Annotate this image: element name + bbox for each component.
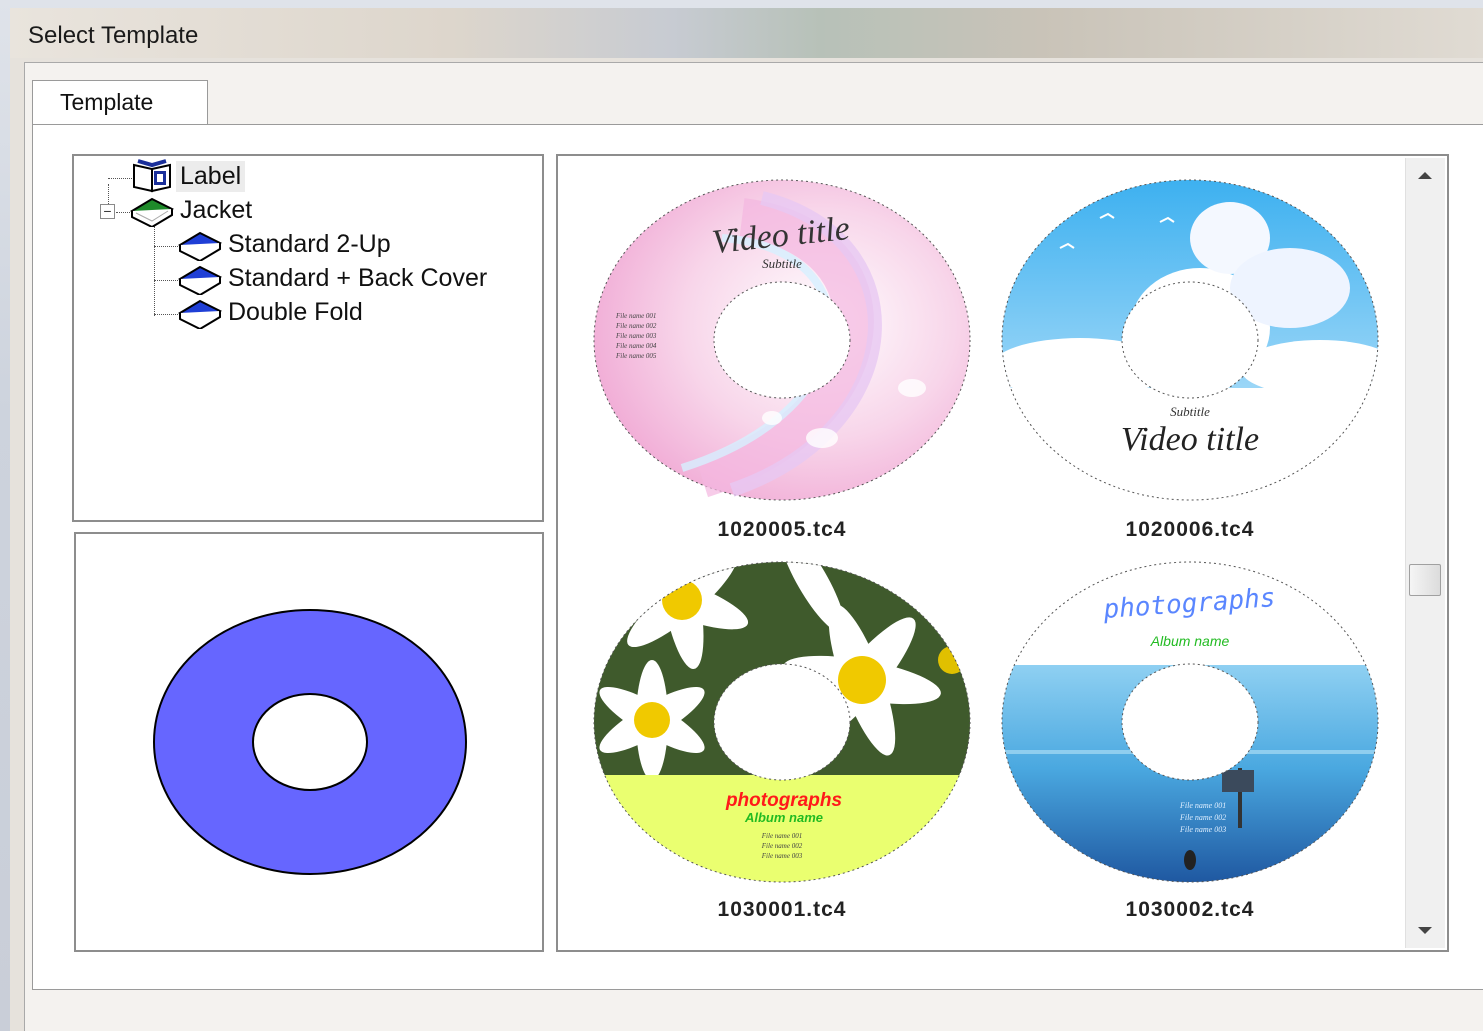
svg-text:Subtitle: Subtitle xyxy=(1170,404,1210,419)
green-book-icon xyxy=(130,197,174,227)
template-thumbnail-1030001[interactable]: photographs Album name File name 001 Fil… xyxy=(592,560,972,889)
blue-book-icon xyxy=(178,231,222,261)
tree-connector xyxy=(108,178,132,179)
svg-text:File name 004: File name 004 xyxy=(615,342,657,350)
svg-text:photographs: photographs xyxy=(725,790,842,811)
scroll-thumb[interactable] xyxy=(1409,564,1441,596)
template-preview-pane xyxy=(74,532,544,952)
cd-label-thumbnail: photographs Album name File name 001 Fil… xyxy=(1001,561,1379,883)
svg-text:Subtitle: Subtitle xyxy=(762,256,802,271)
svg-text:Album name: Album name xyxy=(744,810,823,825)
svg-text:File name 002: File name 002 xyxy=(1179,813,1226,822)
thumbnail-caption: 1030002.tc4 xyxy=(1125,898,1255,921)
tree-connector xyxy=(154,226,155,316)
tree-item-jacket[interactable]: Jacket xyxy=(130,194,256,227)
svg-text:File name 002: File name 002 xyxy=(761,842,803,850)
cd-label-thumbnail: photographs Album name File name 001 Fil… xyxy=(593,561,971,883)
tree-item-label-text: Label xyxy=(176,160,246,192)
template-thumbnail-1030002[interactable]: photographs Album name File name 001 Fil… xyxy=(1000,560,1380,889)
svg-text:Video title: Video title xyxy=(1121,421,1259,458)
blue-book-icon xyxy=(178,265,222,295)
tab-template[interactable]: Template xyxy=(32,80,208,126)
thumbnail-caption: 1020005.tc4 xyxy=(717,518,847,541)
tree-connector xyxy=(154,280,180,281)
title-bar[interactable]: Select Template xyxy=(10,8,1483,58)
svg-text:File name 003: File name 003 xyxy=(1179,825,1226,834)
scroll-up-icon[interactable] xyxy=(1418,172,1432,179)
tree-connector xyxy=(154,246,180,247)
tree-item-standard-back-cover-text: Standard + Back Cover xyxy=(228,263,488,292)
tree-item-double-fold[interactable]: Double Fold xyxy=(178,296,367,329)
disc-hole xyxy=(252,693,368,791)
template-category-tree[interactable]: − Label Jacket Standard 2-Up Standard + … xyxy=(72,154,544,522)
svg-text:File name 005: File name 005 xyxy=(615,352,657,360)
cd-label-thumbnail: Video title Subtitle File name 001 File … xyxy=(593,179,971,501)
vertical-scrollbar[interactable] xyxy=(1405,158,1445,948)
svg-text:File name 002: File name 002 xyxy=(615,322,657,330)
tree-item-double-fold-text: Double Fold xyxy=(228,297,363,326)
svg-text:Album name: Album name xyxy=(1150,633,1230,649)
svg-text:File name 003: File name 003 xyxy=(761,852,803,860)
template-thumbnail-1020005[interactable]: Video title Subtitle File name 001 File … xyxy=(592,178,972,507)
open-book-icon xyxy=(133,159,171,193)
tree-item-standard-back-cover[interactable]: Standard + Back Cover xyxy=(178,262,491,295)
svg-text:File name 001: File name 001 xyxy=(761,832,802,840)
tree-item-standard-2-up[interactable]: Standard 2-Up xyxy=(178,228,395,261)
tree-connector xyxy=(154,314,180,315)
tree-item-label[interactable]: Label xyxy=(130,159,246,193)
collapse-jacket-icon[interactable]: − xyxy=(100,204,115,219)
thumbnail-caption: 1020006.tc4 xyxy=(1125,518,1255,541)
disc-preview xyxy=(153,609,467,875)
tree-item-standard-2-up-text: Standard 2-Up xyxy=(228,229,391,258)
svg-text:File name 001: File name 001 xyxy=(1179,801,1226,810)
window-title: Select Template xyxy=(28,22,199,49)
scroll-down-icon[interactable] xyxy=(1418,927,1432,934)
template-thumbnail-1020006[interactable]: Subtitle Video title xyxy=(1000,178,1380,507)
svg-text:File name 003: File name 003 xyxy=(615,332,657,340)
blue-book-icon xyxy=(178,299,222,329)
cd-label-thumbnail: Subtitle Video title xyxy=(1001,179,1379,501)
tree-item-jacket-text: Jacket xyxy=(180,195,253,224)
thumbnail-caption: 1030001.tc4 xyxy=(717,898,847,921)
svg-text:File name 001: File name 001 xyxy=(615,312,656,320)
